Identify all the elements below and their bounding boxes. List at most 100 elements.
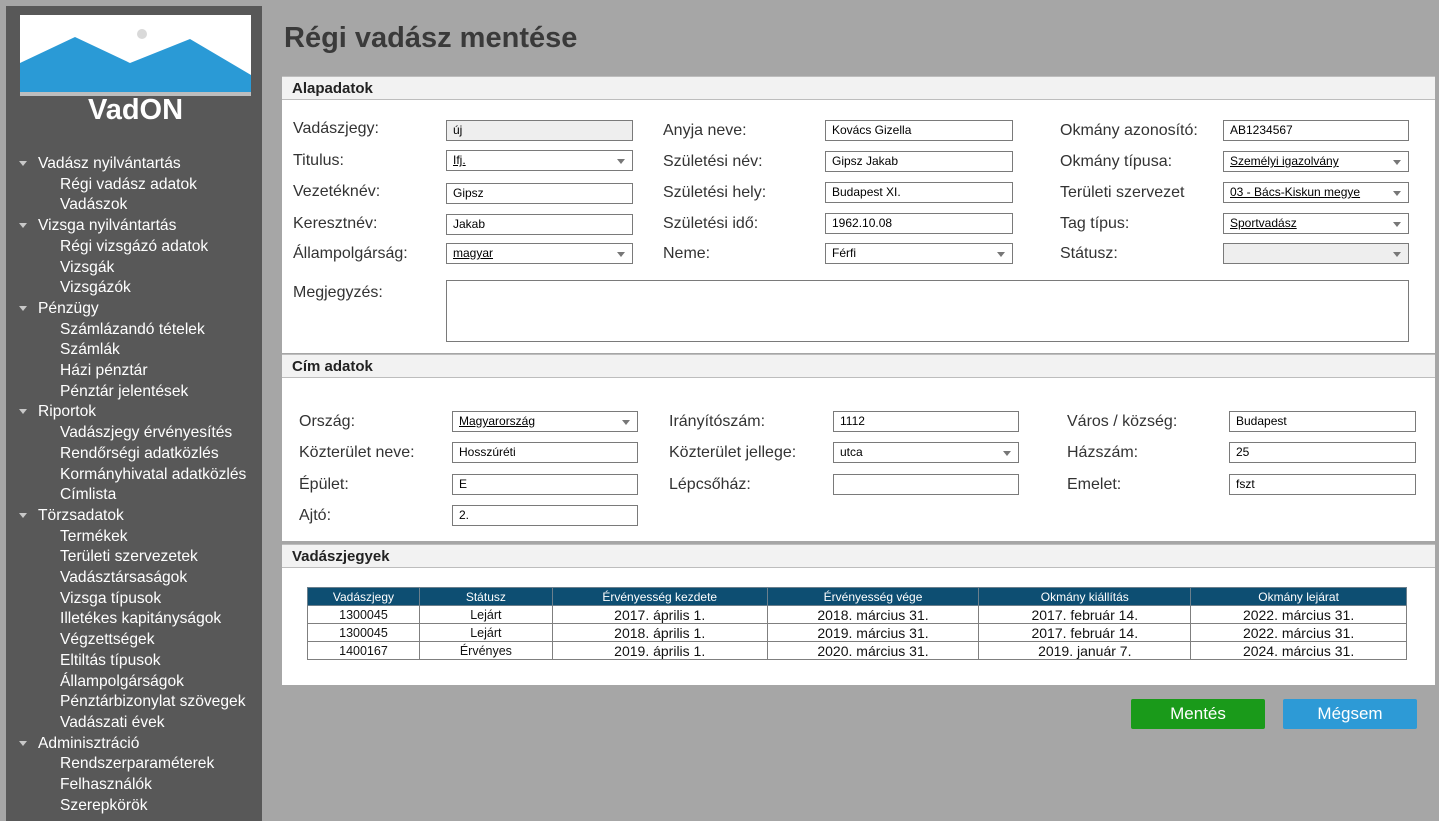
sidebar-item[interactable]: Házi pénztár (6, 361, 262, 382)
sidebar-item[interactable]: Vizsgák (6, 258, 262, 279)
sidebar-group[interactable]: Vadász nyilvántartás (6, 154, 262, 175)
caret-down-icon (19, 409, 27, 415)
mother-field[interactable]: Kovács Gizella (825, 120, 1013, 141)
sidebar-item[interactable]: Számlák (6, 340, 262, 361)
birthdate-label: Születési idő: (663, 215, 759, 232)
lastname-label: Vezetéknév: (293, 183, 381, 200)
chevron-down-icon (617, 252, 625, 257)
sidebar-item[interactable]: Vadásztársaságok (6, 568, 262, 589)
zip-label: Irányítószám: (669, 413, 766, 430)
sidebar-item[interactable]: Vadászati évek (6, 713, 262, 734)
sidebar-item[interactable]: Termékek (6, 527, 262, 548)
column-header[interactable]: Státusz (418, 587, 553, 606)
gender-select[interactable]: Férfi (825, 243, 1013, 264)
birthplace-field[interactable]: Budapest XI. (825, 182, 1013, 203)
table-row[interactable]: 1300045 Lejárt 2017. április 1. 2018. má… (307, 605, 1407, 624)
city-label: Város / község: (1067, 413, 1178, 430)
table-cell: 2018. április 1. (551, 623, 768, 642)
floor-field[interactable]: fszt (1229, 474, 1416, 495)
sidebar-item[interactable]: Vizsgázók (6, 278, 262, 299)
streettype-select[interactable]: utca (833, 442, 1019, 463)
section-title-basic: Alapadatok (282, 76, 1435, 100)
column-header[interactable]: Okmány kiállítás (978, 587, 1192, 606)
chevron-down-icon (1393, 222, 1401, 227)
lastname-field[interactable]: Gipsz (446, 183, 633, 204)
stair-field[interactable] (833, 474, 1019, 495)
sidebar-item[interactable]: Számlázandó tételek (6, 320, 262, 341)
status-select[interactable] (1223, 243, 1409, 264)
country-select[interactable]: Magyarország (452, 411, 638, 432)
sidebar-item[interactable]: Rendszerparaméterek (6, 754, 262, 775)
door-field[interactable]: 2. (452, 505, 638, 526)
chevron-down-icon (1003, 451, 1011, 456)
caret-down-icon (19, 512, 27, 518)
citizenship-select-value: magyar (453, 246, 494, 260)
sidebar-item[interactable]: Régi vadász adatok (6, 175, 262, 196)
sidebar-item[interactable]: Régi vizsgázó adatok (6, 237, 262, 258)
sidebar-item[interactable]: Állampolgárságok (6, 672, 262, 693)
sidebar-item[interactable]: Területi szervezetek (6, 547, 262, 568)
member-select-value: Sportvadász (1230, 216, 1297, 230)
sidebar-item[interactable]: Rendőrségi adatközlés (6, 444, 262, 465)
column-header[interactable]: Vadászjegy (307, 587, 420, 606)
city-field[interactable]: Budapest (1229, 411, 1416, 432)
houseno-field[interactable]: 25 (1229, 442, 1416, 463)
firstname-field[interactable]: Jakab (446, 214, 633, 235)
zip-field[interactable]: 1112 (833, 411, 1019, 432)
tickets-table: Vadászjegy Státusz Érvényesség kezdete É… (307, 587, 1407, 660)
sidebar-item[interactable]: Szerepkörök (6, 796, 262, 817)
sidebar-item[interactable]: Pénztárbizonylat szövegek (6, 692, 262, 713)
docid-label: Okmány azonosító: (1060, 122, 1198, 139)
title-select[interactable]: Ifj. (446, 150, 633, 171)
cancel-button[interactable]: Mégsem (1283, 699, 1417, 729)
table-row[interactable]: 1400167 Érvényes 2019. április 1. 2020. … (307, 641, 1407, 660)
save-button[interactable]: Mentés (1131, 699, 1265, 729)
member-select[interactable]: Sportvadász (1223, 213, 1409, 234)
notes-textarea[interactable] (446, 280, 1409, 342)
sidebar-group[interactable]: Vizsga nyilvántartás (6, 216, 262, 237)
table-cell: 2020. március 31. (766, 641, 980, 660)
sidebar-item[interactable]: Vizsga típusok (6, 589, 262, 610)
sidebar-item[interactable]: Felhasználók (6, 775, 262, 796)
building-field[interactable]: E (452, 474, 638, 495)
sidebar-group[interactable]: Riportok (6, 402, 262, 423)
citizenship-label: Állampolgárság: (293, 245, 408, 262)
sidebar-group-label: Törzsadatok (38, 506, 124, 524)
floor-label: Emelet: (1067, 476, 1122, 493)
status-label: Státusz: (1060, 245, 1118, 262)
org-select[interactable]: 03 - Bács-Kiskun megye (1223, 182, 1409, 203)
sidebar-item[interactable]: Pénztár jelentések (6, 382, 262, 403)
doctype-label: Okmány típusa: (1060, 153, 1173, 170)
street-field[interactable]: Hosszúréti (452, 442, 638, 463)
gender-select-value: Férfi (832, 246, 856, 260)
firstname-label: Keresztnév: (293, 215, 378, 232)
table-cell: 2017. április 1. (551, 605, 768, 624)
sidebar-item[interactable]: Vadászok (6, 195, 262, 216)
sidebar-group[interactable]: Adminisztráció (6, 734, 262, 755)
sidebar-group-label: Vadász nyilvántartás (38, 155, 181, 172)
caret-down-icon (19, 305, 27, 311)
table-cell: 2019. január 7. (978, 641, 1192, 660)
birthplace-label: Születési hely: (663, 184, 767, 201)
sidebar-group[interactable]: Törzsadatok (6, 506, 262, 527)
sidebar-group[interactable]: Pénzügy (6, 299, 262, 320)
sidebar-item[interactable]: Eltiltás típusok (6, 651, 262, 672)
sidebar-item[interactable]: Vadászjegy érvényesítés (6, 423, 262, 444)
column-header[interactable]: Érvényesség kezdete (551, 587, 768, 606)
docid-field[interactable]: AB1234567 (1223, 120, 1409, 141)
sidebar-item[interactable]: Végzettségek (6, 630, 262, 651)
citizenship-select[interactable]: magyar (446, 243, 633, 264)
doctype-select[interactable]: Személyi igazolvány (1223, 151, 1409, 172)
caret-down-icon (19, 740, 27, 746)
country-select-value: Magyarország (459, 414, 536, 428)
column-header[interactable]: Érvényesség vége (766, 587, 980, 606)
sidebar-item[interactable]: Címlista (6, 485, 262, 506)
birthname-field[interactable]: Gipsz Jakab (825, 151, 1013, 172)
birthdate-field[interactable]: 1962.10.08 (825, 213, 1013, 234)
table-cell: 1400167 (307, 641, 420, 660)
column-header[interactable]: Okmány lejárat (1190, 587, 1407, 606)
table-row[interactable]: 1300045 Lejárt 2018. április 1. 2019. má… (307, 623, 1407, 642)
houseno-label: Házszám: (1067, 444, 1139, 461)
sidebar-item[interactable]: Kormányhivatal adatközlés (6, 465, 262, 486)
sidebar-item[interactable]: Illetékes kapitányságok (6, 609, 262, 630)
